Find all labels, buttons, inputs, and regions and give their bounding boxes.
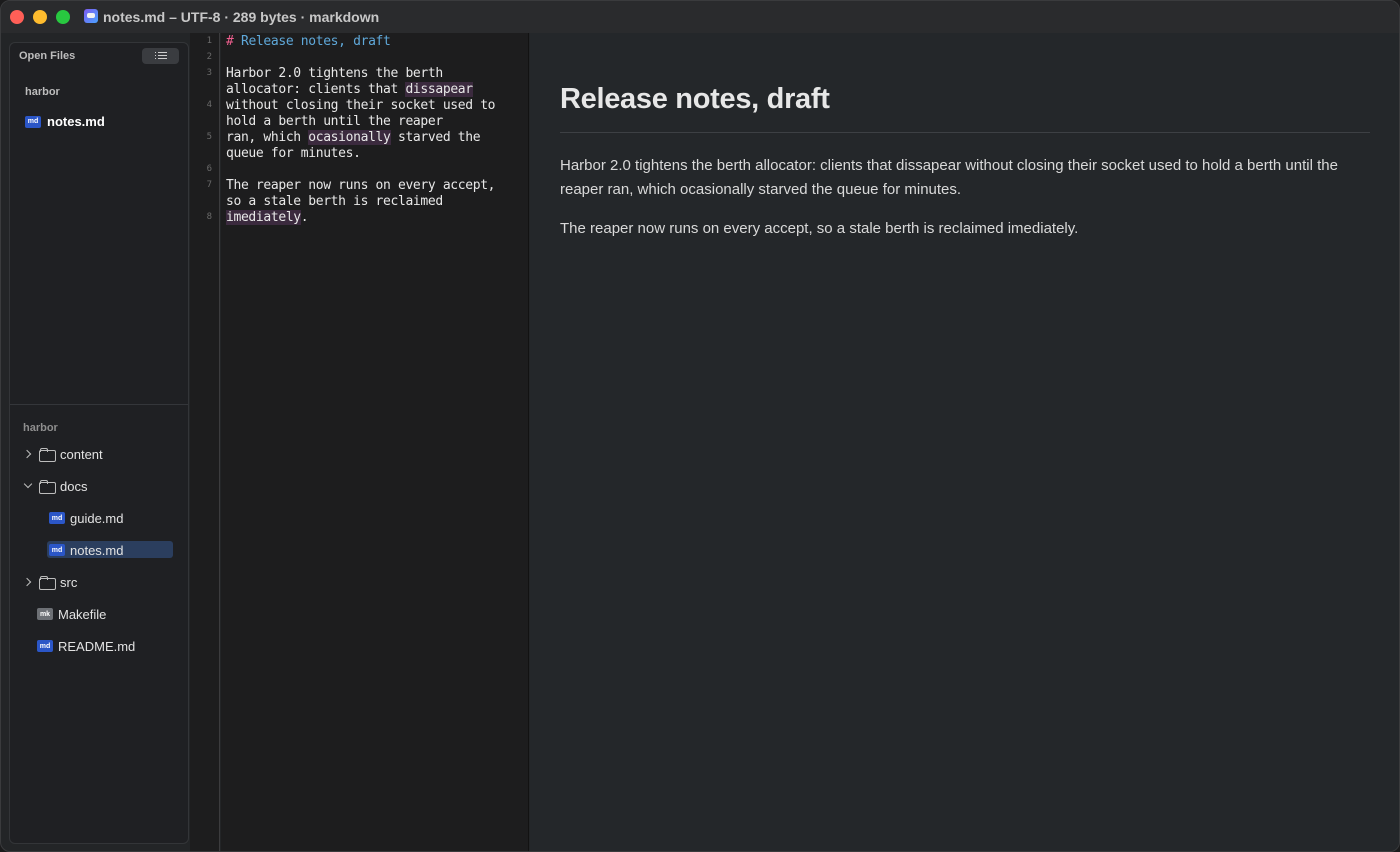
line-number: 5 xyxy=(206,132,212,142)
editor-line[interactable]: The reaper now runs on every accept, xyxy=(226,178,496,194)
editor-line[interactable]: ran, which ocasionally starved the xyxy=(226,130,481,146)
title-bar: notes.md – UTF-8 · 289 bytes · markdown xyxy=(1,1,1399,33)
tree-item-label: content xyxy=(60,446,103,462)
tree-item-label: docs xyxy=(60,478,88,494)
editor-line[interactable]: imediately. xyxy=(226,210,309,226)
open-files-group-label: harbor xyxy=(25,86,60,98)
tree-folder-docs[interactable]: docs xyxy=(23,478,87,494)
tree-file-makefile[interactable]: mk Makefile xyxy=(37,606,106,622)
close-window-button[interactable] xyxy=(10,10,24,24)
editor-line[interactable]: Harbor 2.0 tightens the berth xyxy=(226,66,443,82)
tree-item-label: guide.md xyxy=(70,510,124,526)
folder-icon xyxy=(39,576,56,590)
outline-toggle-button[interactable] xyxy=(142,48,179,64)
markdown-file-icon: md xyxy=(49,544,65,556)
file-tree-root-label: harbor xyxy=(23,422,58,434)
markdown-file-icon: md xyxy=(25,115,41,128)
line-number: 2 xyxy=(206,52,212,62)
list-icon xyxy=(154,52,167,60)
line-number: 3 xyxy=(206,68,212,78)
app-window: notes.md – UTF-8 · 289 bytes · markdown … xyxy=(0,0,1400,852)
misspelled-word[interactable]: imediately xyxy=(226,210,301,225)
markdown-preview: Release notes, draft Harbor 2.0 tightens… xyxy=(530,33,1399,851)
makefile-icon: mk xyxy=(37,608,53,620)
line-number: 7 xyxy=(206,180,212,190)
preview-paragraph: The reaper now runs on every accept, so … xyxy=(560,220,1079,237)
tree-item-label: src xyxy=(60,574,78,590)
code-text: ran, which xyxy=(226,130,309,145)
sidebar-divider xyxy=(10,404,188,405)
tree-item-label: notes.md xyxy=(70,542,124,558)
chevron-down-icon[interactable] xyxy=(23,481,33,491)
editor-line[interactable]: so a stale berth is reclaimed xyxy=(226,194,443,210)
editor-line[interactable]: allocator: clients that dissapear xyxy=(226,82,473,98)
tree-folder-content[interactable]: content xyxy=(23,446,103,462)
heading-source-text: Release notes, draft xyxy=(233,34,391,49)
chevron-right-icon[interactable] xyxy=(23,449,33,459)
editor-line[interactable]: hold a berth until the reaper xyxy=(226,114,443,130)
window-title: notes.md – UTF-8 · 289 bytes · markdown xyxy=(103,9,380,25)
code-text: allocator: clients that xyxy=(226,82,406,97)
open-file-name: notes.md xyxy=(47,114,105,129)
line-number: 6 xyxy=(206,164,212,174)
app-icon xyxy=(84,9,98,23)
misspelled-word[interactable]: dissapear xyxy=(405,82,473,97)
tree-file-readme-md[interactable]: md README.md xyxy=(37,638,135,654)
sidebar: Open Files harbor md notes.md harbor con… xyxy=(9,42,189,844)
tree-folder-src[interactable]: src xyxy=(23,574,77,590)
open-files-header: Open Files xyxy=(19,50,76,62)
markdown-file-icon: md xyxy=(37,640,53,652)
folder-icon xyxy=(39,448,56,462)
editor-line-heading[interactable]: # Release notes, draft xyxy=(226,34,391,50)
code-text: . xyxy=(300,210,309,225)
chevron-right-icon[interactable] xyxy=(23,577,33,587)
heading-rule xyxy=(560,132,1370,133)
tree-item-label: README.md xyxy=(58,638,136,654)
tree-file-guide-md[interactable]: md guide.md xyxy=(49,510,123,526)
line-number: 8 xyxy=(206,212,212,222)
code-text: starved the xyxy=(390,130,481,145)
misspelled-word[interactable]: ocasionally xyxy=(308,130,391,145)
editor-line[interactable]: queue for minutes. xyxy=(226,146,361,162)
markdown-editor[interactable]: # Release notes, draft Harbor 2.0 tighte… xyxy=(221,33,529,851)
editor-line[interactable]: without closing their socket used to xyxy=(226,98,496,114)
line-number-gutter: 1 2 3 4 5 6 7 8 xyxy=(190,33,220,851)
tree-item-label: Makefile xyxy=(58,606,107,622)
preview-heading: Release notes, draft xyxy=(560,83,830,115)
line-number: 4 xyxy=(206,100,212,110)
markdown-file-icon: md xyxy=(49,512,65,524)
line-number: 1 xyxy=(206,36,212,46)
tree-file-notes-md[interactable]: md notes.md xyxy=(49,542,123,558)
folder-icon xyxy=(39,480,56,494)
maximize-window-button[interactable] xyxy=(56,10,70,24)
open-file-item[interactable]: md notes.md xyxy=(25,114,105,129)
minimize-window-button[interactable] xyxy=(33,10,47,24)
preview-paragraph: Harbor 2.0 tightens the berth allocator:… xyxy=(560,157,1338,198)
